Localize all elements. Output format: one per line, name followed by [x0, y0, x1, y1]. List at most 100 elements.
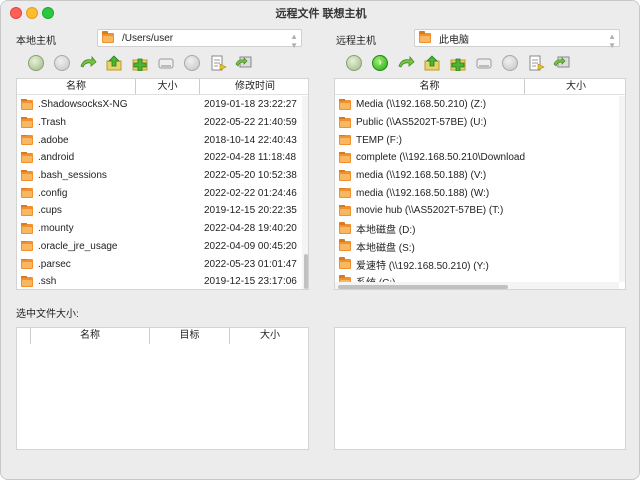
remote-refresh-button[interactable] [397, 54, 415, 72]
list-item[interactable]: .oracle_jre_usage 2022-04-09 00:45:20 [17, 238, 302, 256]
file-modified: 2022-04-09 00:45:20 [204, 240, 297, 252]
list-item[interactable]: .android 2022-04-28 11:18:48 [17, 149, 302, 167]
folder-icon [102, 31, 114, 43]
list-item[interactable]: Media (\\192.168.50.210) (Z:) [335, 96, 619, 114]
list-item[interactable]: 爱速特 (\\192.168.50.210) (Y:) [335, 255, 619, 273]
remote-stop-button[interactable] [501, 54, 519, 72]
local-disk-button[interactable] [157, 54, 175, 72]
file-modified: 2022-02-22 01:24:46 [204, 187, 297, 199]
local-back-button[interactable] [27, 54, 45, 72]
list-item[interactable]: .mounty 2022-04-28 19:40:20 [17, 220, 302, 238]
file-modified: 2022-05-22 21:40:59 [204, 117, 297, 129]
list-item[interactable]: .ssh 2019-12-15 23:17:06 [17, 273, 302, 289]
local-scrollbar[interactable] [302, 96, 308, 289]
remote-col-name[interactable]: 名称 [335, 79, 525, 94]
folder-icon [339, 134, 351, 146]
local-col-size[interactable]: 大小 [136, 79, 200, 94]
selected-col-name[interactable]: 名称 [31, 328, 150, 344]
file-name: .config [38, 187, 68, 199]
remote-col-size[interactable]: 大小 [525, 79, 625, 94]
folder-icon [21, 152, 33, 163]
file-modified: 2019-12-15 20:22:35 [204, 205, 297, 217]
local-col-name[interactable]: 名称 [17, 79, 136, 94]
remote-parent-folder-button[interactable] [423, 54, 441, 72]
file-name-cell: movie hub (\\AS5202T-57BE) (T:) [335, 205, 525, 216]
app-window: 远程文件 联想主机 本地主机 /Users/user ▲ ▼ 远程主机 此电脑 ▲… [0, 0, 640, 480]
list-item[interactable]: Public (\\AS5202T-57BE) (U:) [335, 114, 619, 132]
remote-v-scrollbar[interactable] [619, 96, 625, 282]
file-name-cell: 爱速特 (\\192.168.50.210) (Y:) [335, 257, 525, 272]
local-stop-button[interactable] [183, 54, 201, 72]
list-item[interactable]: .bash_sessions 2022-05-20 10:52:38 [17, 167, 302, 185]
stop-icon [502, 55, 518, 71]
list-item[interactable]: .adobe 2018-10-14 22:40:43 [17, 131, 302, 149]
remote-path-select[interactable]: 此电脑 ▲ ▼ [414, 29, 620, 50]
local-path-select[interactable]: /Users/user ▲ ▼ [97, 29, 302, 50]
remote-h-scrollbar[interactable] [335, 282, 619, 289]
sync-icon [235, 56, 252, 68]
local-file-header: 名称 大小 修改时间 [17, 79, 308, 95]
maximize-window-button[interactable] [42, 7, 54, 19]
local-forward-button[interactable] [53, 54, 71, 72]
file-name: .Trash [38, 117, 66, 129]
list-item[interactable]: .parsec 2022-05-23 01:01:47 [17, 255, 302, 273]
back-icon [28, 55, 44, 71]
list-item[interactable]: media (\\192.168.50.188) (V:) [335, 167, 619, 185]
local-parent-folder-button[interactable] [105, 54, 123, 72]
list-item[interactable]: .Trash 2022-05-22 21:40:59 [17, 114, 302, 132]
file-name-cell: Public (\\AS5202T-57BE) (U:) [335, 117, 525, 128]
list-item[interactable]: media (\\192.168.50.188) (W:) [335, 184, 619, 202]
list-item[interactable]: TEMP (F:) [335, 131, 619, 149]
file-name-cell: .Trash [17, 117, 136, 128]
window-title: 远程文件 联想主机 [275, 8, 367, 20]
forward-icon [54, 55, 70, 71]
file-name: .android [38, 152, 75, 164]
file-modified: 2019-12-15 23:17:06 [204, 276, 297, 288]
file-modified: 2022-04-28 11:18:48 [204, 152, 297, 164]
folder-icon [419, 31, 431, 43]
local-edit-file-button[interactable] [209, 54, 227, 72]
list-item[interactable]: .config 2022-02-22 01:24:46 [17, 184, 302, 202]
stop-icon [184, 55, 200, 71]
remote-back-button[interactable] [345, 54, 363, 72]
list-item[interactable]: complete (\\192.168.50.210\Download\T [335, 149, 619, 167]
remote-sync-button[interactable] [553, 54, 571, 72]
file-name: .adobe [38, 134, 69, 146]
forward-icon: › [372, 55, 388, 71]
remote-forward-button[interactable]: › [371, 54, 389, 72]
folder-icon [339, 187, 351, 199]
file-name-cell: TEMP (F:) [335, 134, 525, 146]
remote-edit-file-button[interactable] [527, 54, 545, 72]
close-window-button[interactable] [10, 7, 22, 19]
local-col-modified[interactable]: 修改时间 [200, 79, 308, 94]
remote-new-folder-button[interactable] [449, 54, 467, 72]
selected-col-size[interactable]: 大小 [230, 328, 308, 344]
remote-path-value: 此电脑 [439, 34, 469, 46]
file-modified: 2022-05-20 10:52:38 [204, 170, 297, 182]
file-name: 本地磁盘 (S:) [356, 242, 415, 254]
local-refresh-button[interactable] [79, 54, 97, 72]
file-name-cell: .android [17, 152, 136, 163]
list-item[interactable]: movie hub (\\AS5202T-57BE) (T:) [335, 202, 619, 220]
local-scrollbar-thumb[interactable] [304, 254, 308, 289]
list-item[interactable]: .cups 2019-12-15 20:22:35 [17, 202, 302, 220]
local-new-folder-button[interactable] [131, 54, 149, 72]
selected-col-target[interactable]: 目标 [150, 328, 230, 344]
file-name: .ssh [38, 276, 57, 288]
list-item[interactable]: 本地磁盘 (S:) [335, 238, 619, 256]
local-sync-button[interactable] [235, 54, 253, 72]
file-name-cell: .adobe [17, 134, 136, 146]
remote-file-list: 名称 大小 Media (\\192.168.50.210) (Z:) Publi… [334, 78, 626, 290]
remote-disk-button[interactable] [475, 54, 493, 72]
file-name-cell: 本地磁盘 (D:) [335, 221, 525, 236]
parent-folder-icon [424, 55, 440, 71]
remote-h-scrollbar-thumb[interactable] [338, 285, 508, 289]
remote-detail-panel [334, 327, 626, 450]
file-name-cell: .ShadowsocksX-NG [17, 99, 136, 110]
file-modified: 2022-05-23 01:01:47 [204, 258, 297, 270]
minimize-window-button[interactable] [26, 7, 38, 19]
disk-icon [158, 58, 174, 69]
list-item[interactable]: .ShadowsocksX-NG 2019-01-18 23:22:27 [17, 96, 302, 114]
refresh-icon [80, 55, 97, 68]
list-item[interactable]: 本地磁盘 (D:) [335, 220, 619, 238]
